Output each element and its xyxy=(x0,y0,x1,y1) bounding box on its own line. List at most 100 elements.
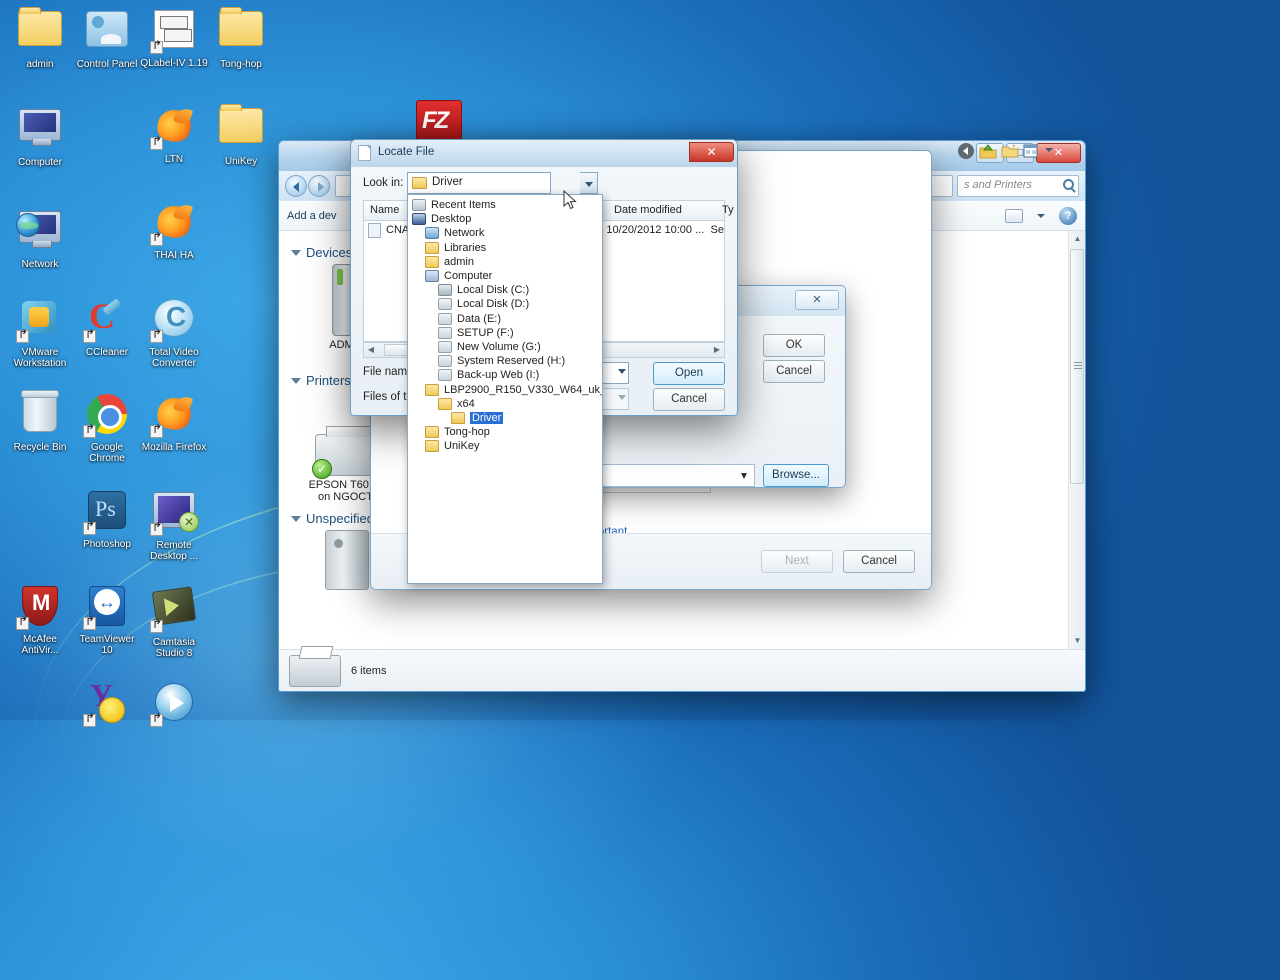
scroll-down-icon[interactable]: ▼ xyxy=(1069,633,1086,649)
back-icon[interactable] xyxy=(957,142,975,160)
desktop-icon-qlabel-iv-1-19[interactable]: QLabel-IV 1.19 xyxy=(140,6,208,69)
search-input[interactable]: s and Printers xyxy=(957,175,1079,197)
new-folder-icon[interactable] xyxy=(1001,142,1019,160)
close-button[interactable]: ✕ xyxy=(795,290,839,310)
desktop-icon-recycle-bin[interactable]: Recycle Bin xyxy=(6,391,74,453)
desktop-icon-network[interactable]: Network xyxy=(6,199,74,270)
dropdown-item-lbp2900-r150-v330-w64-uk-en-2[interactable]: LBP2900_R150_V330_W64_uk_EN_2 xyxy=(408,382,602,396)
dropdown-item-system-reserved-h[interactable]: System Reserved (H:) xyxy=(408,354,602,368)
desktop-icon-label: LTN xyxy=(140,154,208,165)
dropdown-item-setup-f[interactable]: SETUP (F:) xyxy=(408,326,602,340)
desktop-icon-mozilla-firefox[interactable]: Mozilla Firefox xyxy=(140,391,208,453)
help-icon[interactable]: ? xyxy=(1059,207,1077,225)
column-header-name[interactable]: Name xyxy=(370,204,399,216)
network-icon xyxy=(425,227,439,239)
dropdown-item-admin[interactable]: admin xyxy=(408,255,602,269)
column-header-type[interactable]: Ty xyxy=(722,204,734,216)
browse-button[interactable]: Browse... xyxy=(763,464,829,487)
view-layout-icon[interactable] xyxy=(1005,209,1023,223)
chevron-down-icon[interactable] xyxy=(580,172,598,194)
dropdown-item-back-up-web-i[interactable]: Back-up Web (I:) xyxy=(408,368,602,382)
views-icon[interactable] xyxy=(1023,142,1041,160)
scroll-left-icon[interactable]: ◀ xyxy=(365,344,377,356)
dropdown-item-driver[interactable]: Driver xyxy=(408,411,602,425)
dropdown-item-label: Recent Items xyxy=(431,199,496,211)
desktop-icon-label: Camtasia Studio 8 xyxy=(140,637,208,659)
desktop-icon-yahoo-messenger-icon[interactable] xyxy=(73,679,141,731)
column-header-date-modified[interactable]: Date modified xyxy=(614,204,682,216)
desktop-icon-label: Recycle Bin xyxy=(6,442,74,453)
chevron-down-icon[interactable] xyxy=(618,369,626,374)
dropdown-item-libraries[interactable]: Libraries xyxy=(408,241,602,255)
desktop-icon-computer[interactable]: Computer xyxy=(6,103,74,168)
dropdown-item-data-e[interactable]: Data (E:) xyxy=(408,312,602,326)
look-in-dropdown-list[interactable]: Recent ItemsDesktopNetworkLibrariesadmin… xyxy=(407,194,603,584)
dropdown-item-local-disk-d[interactable]: Local Disk (D:) xyxy=(408,297,602,311)
desktop-icon-label: Network xyxy=(6,259,74,270)
dropdown-item-x64[interactable]: x64 xyxy=(408,397,602,411)
dropdown-item-computer[interactable]: Computer xyxy=(408,269,602,283)
close-button[interactable]: ✕ xyxy=(689,142,734,162)
up-one-level-icon[interactable] xyxy=(979,142,997,160)
desktop-icon-photoshop[interactable]: Photoshop xyxy=(73,487,141,550)
firefox-shortcut-icon xyxy=(150,106,198,152)
dropdown-item-local-disk-c[interactable]: Local Disk (C:) xyxy=(408,283,602,297)
desktop-icon-tong-hop[interactable]: Tong-hop xyxy=(207,6,275,70)
desktop-icon-google-chrome[interactable]: Google Chrome xyxy=(73,391,141,464)
chevron-down-icon[interactable] xyxy=(1045,148,1053,152)
desktop-icon-teamviewer-10[interactable]: TeamViewer 10 xyxy=(73,583,141,656)
file-date-modified: 10/20/2012 10:00 ... xyxy=(606,224,705,236)
dropdown-item-network[interactable]: Network xyxy=(408,226,602,240)
firefox-icon xyxy=(150,394,198,440)
desktop-icon-vmware-workstation[interactable]: VMware Workstation xyxy=(6,295,74,369)
drive-icon xyxy=(438,313,452,325)
default-printer-check-icon: ✓ xyxy=(312,459,332,479)
desktop-icon-mcafee-antivir[interactable]: McAfee AntiVir... xyxy=(6,583,74,656)
vertical-scrollbar[interactable]: ▲ ▼ xyxy=(1068,231,1085,649)
desktop-icon-label: VMware Workstation xyxy=(6,347,74,369)
desktop-icon-remote-desktop[interactable]: Remote Desktop ... xyxy=(140,487,208,562)
forward-icon[interactable] xyxy=(308,175,330,197)
desktop-icon-total-video-converter[interactable]: Total Video Converter xyxy=(140,295,208,369)
group-label: Printers xyxy=(306,373,351,388)
scroll-up-icon[interactable]: ▲ xyxy=(1069,231,1086,247)
next-button[interactable]: Next xyxy=(761,550,833,573)
dropdown-item-unikey[interactable]: UniKey xyxy=(408,439,602,453)
dropdown-item-tong-hop[interactable]: Tong-hop xyxy=(408,425,602,439)
close-button[interactable]: ✕ xyxy=(1036,143,1081,163)
chevron-down-icon[interactable] xyxy=(1037,214,1045,218)
back-icon[interactable] xyxy=(285,175,307,197)
dropdown-item-label: Computer xyxy=(444,270,492,282)
folder-icon xyxy=(438,398,452,410)
dropdown-item-label: System Reserved (H:) xyxy=(457,355,565,367)
desktop-icon-media-player-icon[interactable] xyxy=(140,679,208,731)
add-a-device-button[interactable]: Add a dev xyxy=(287,210,337,222)
open-button[interactable]: Open xyxy=(653,362,725,385)
locate-file-dialog[interactable]: Locate File ✕ Look in: Driver Name xyxy=(350,139,738,416)
desktop-icon-thai-ha[interactable]: THAI HA xyxy=(140,199,208,261)
dropdown-item-new-volume-g[interactable]: New Volume (G:) xyxy=(408,340,602,354)
desktop-icon-ccleaner[interactable]: CCleaner xyxy=(73,295,141,358)
cancel-button[interactable]: Cancel xyxy=(653,388,725,411)
scroll-right-icon[interactable]: ▶ xyxy=(711,344,723,356)
desktop-icon-camtasia-studio-8[interactable]: Camtasia Studio 8 xyxy=(140,583,208,659)
scrollbar-thumb[interactable] xyxy=(1070,249,1084,484)
control-panel-icon xyxy=(83,11,131,57)
look-in-combobox[interactable]: Driver xyxy=(407,172,551,194)
desktop-icon-ltn[interactable]: LTN xyxy=(140,103,208,165)
vmware-icon xyxy=(16,299,64,345)
dropdown-item-label: New Volume (G:) xyxy=(457,341,541,353)
desktop-icon-unikey[interactable]: UniKey xyxy=(207,103,275,167)
chevron-down-icon[interactable] xyxy=(618,395,626,400)
ok-button[interactable]: OK xyxy=(763,334,825,357)
desktop-icon-control-panel[interactable]: Control Panel xyxy=(73,6,141,70)
document-icon xyxy=(358,145,371,161)
desktop-icon-label: QLabel-IV 1.19 xyxy=(140,58,208,69)
chevron-down-icon[interactable]: ▾ xyxy=(737,468,751,483)
cancel-button[interactable]: Cancel xyxy=(763,360,825,383)
dropdown-item-desktop[interactable]: Desktop xyxy=(408,212,602,226)
cancel-button[interactable]: Cancel xyxy=(843,550,915,573)
desktop-icon-admin[interactable]: admin xyxy=(6,6,74,70)
dropdown-item-recent-items[interactable]: Recent Items xyxy=(408,198,602,212)
group-label: Unspecified xyxy=(306,511,374,526)
